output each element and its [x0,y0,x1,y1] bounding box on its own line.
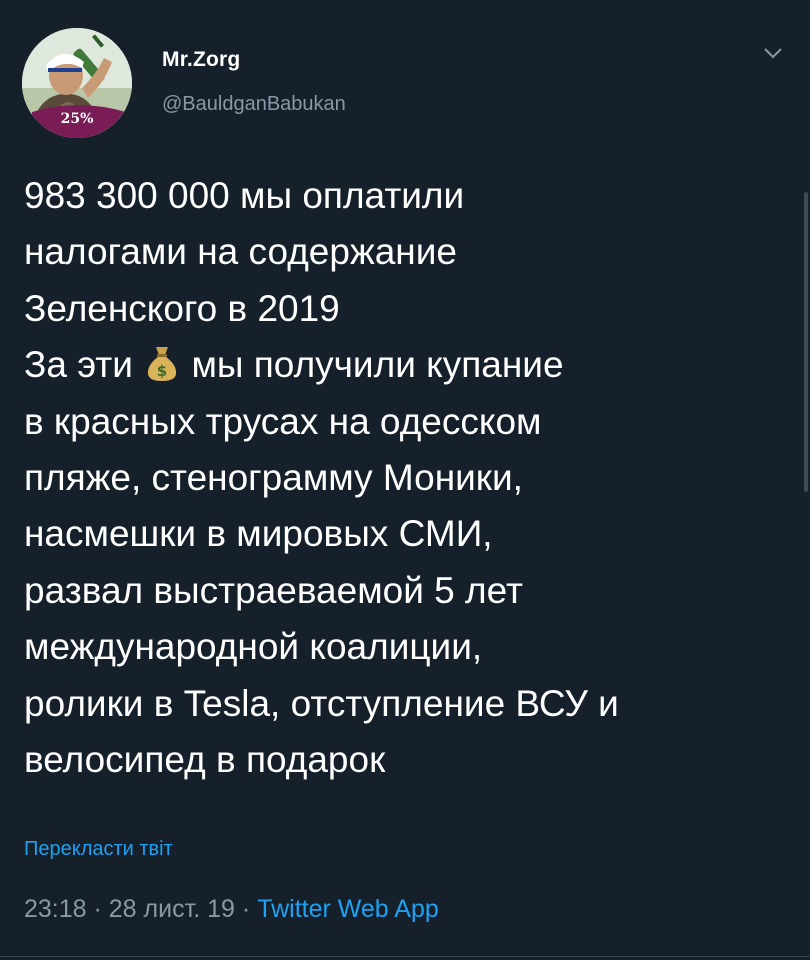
tweet-date[interactable]: 28 лист. 19 [109,895,235,923]
user-info[interactable]: Mr.Zorg @BauldganBabukan [162,48,346,116]
tweet-source[interactable]: Twitter Web App [257,895,439,923]
svg-text:$: $ [157,362,167,380]
tweet-line: насмешки в мировых СМИ, [24,513,493,555]
divider [0,956,810,957]
tweet-line: 983 300 000 мы оплатили [24,175,465,216]
tweet-line: За эти $ мы получили купание [24,337,784,393]
meta-separator: · [234,895,258,923]
tweet-line: пляже, стенограмму Моники, [24,457,523,499]
money-bag-icon: $ [145,343,179,383]
tweet-line: Зеленского в 2019 [24,287,340,329]
tweet: 25% Mr.Zorg @BauldganBabukan 983 300 000… [0,0,810,960]
meta-separator: · [86,895,109,923]
tweet-line: международной коалиции, [24,626,483,668]
tweet-line: в красных трусах на одесском [24,400,542,442]
chevron-down-icon[interactable] [760,40,786,66]
avatar-badge: 25% [60,111,94,127]
tweet-line-start: За эти [24,344,133,386]
translate-tweet-link[interactable]: Перекласти твіт [24,838,173,861]
scrollbar[interactable] [804,192,808,492]
tweet-line: налогами на содержание [24,231,457,273]
tweet-time[interactable]: 23:18 [24,895,87,923]
tweet-line: велосипед в подарок [24,739,386,781]
tweet-text: 983 300 000 мы оплатили налогами на соде… [24,168,784,788]
tweet-header: 25% Mr.Zorg @BauldganBabukan [22,28,792,138]
tweet-line-end: мы получили купание [191,344,564,386]
user-handle[interactable]: @BauldganBabukan [162,93,346,116]
tweet-meta: 23:18 · 28 лист. 19 · Twitter Web App [24,895,439,924]
tweet-line: развал выстраеваемой 5 лет [24,569,523,611]
display-name[interactable]: Mr.Zorg [162,48,346,72]
tweet-line: ролики в Tesla, отступление ВСУ и [24,682,619,724]
avatar[interactable]: 25% [22,28,132,138]
